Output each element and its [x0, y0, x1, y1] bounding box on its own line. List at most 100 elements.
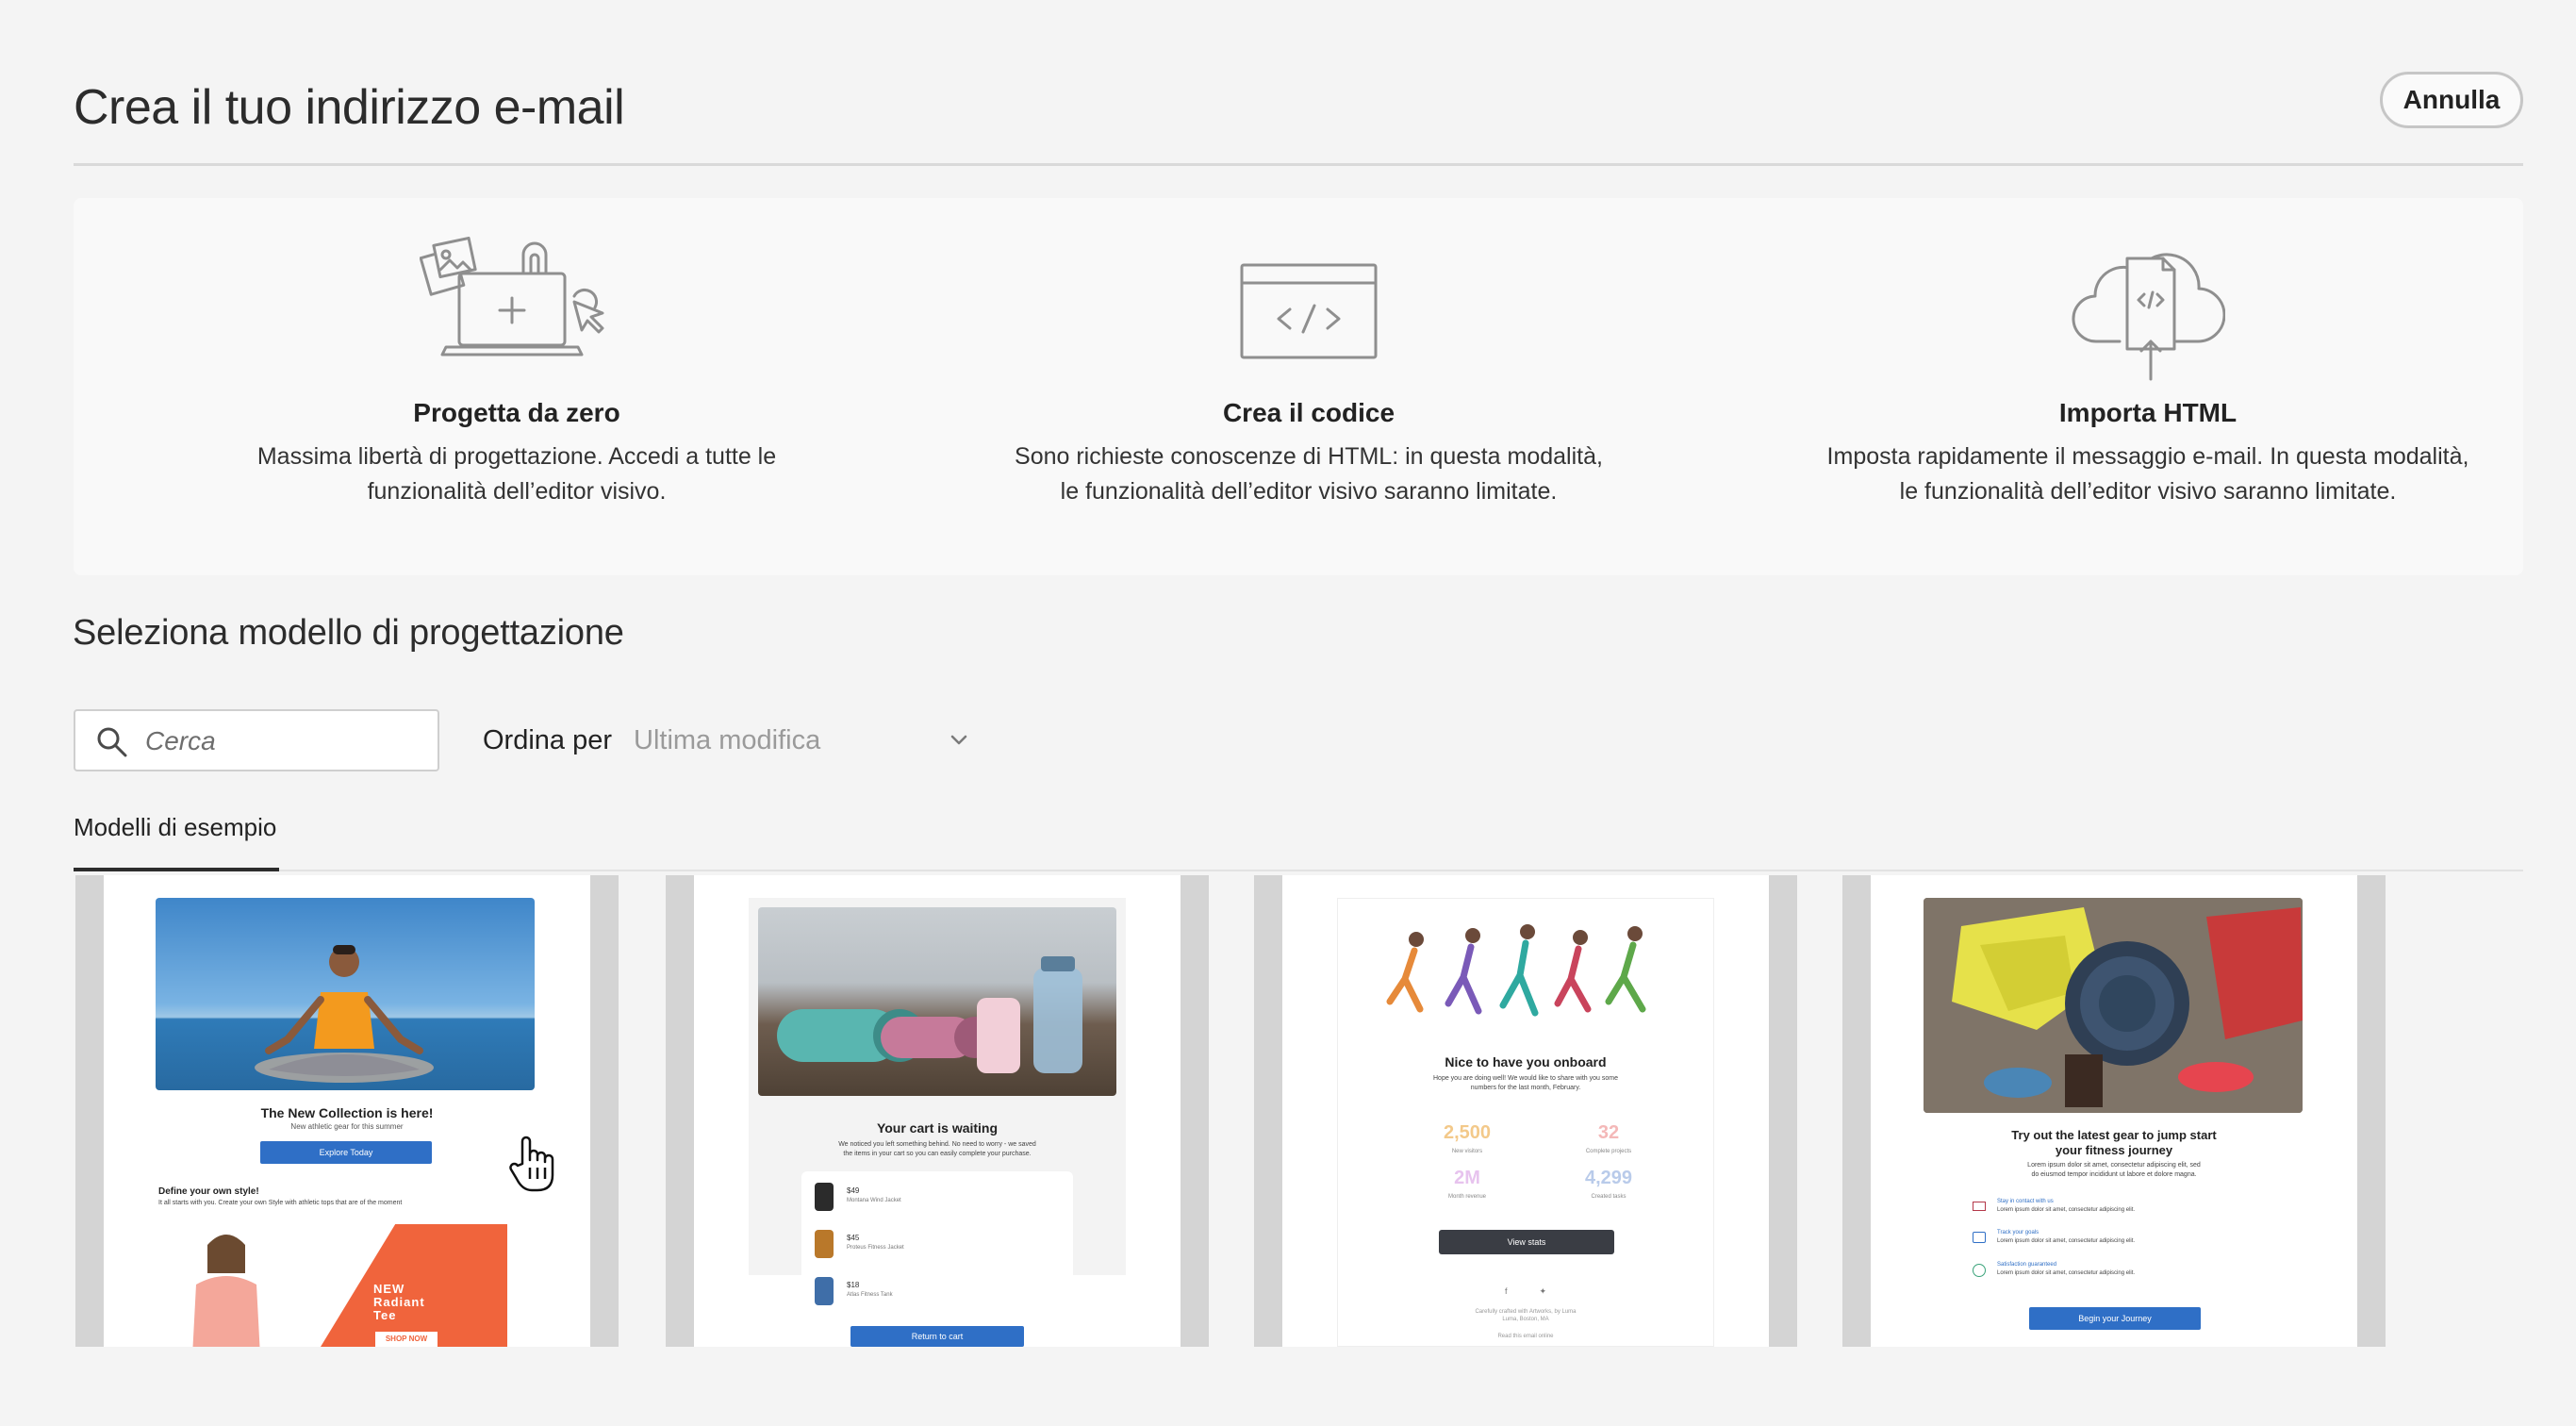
product-thumb — [815, 1277, 834, 1305]
sort-value: Ultima modifica — [634, 725, 821, 755]
search-field[interactable] — [74, 709, 439, 771]
stat-value: 2,500 — [1443, 1122, 1492, 1143]
template-headline: Nice to have you onboard — [1445, 1054, 1607, 1070]
yoga-hero-image — [156, 898, 535, 1090]
template-card-new-collection[interactable]: The New Collection is here! New athletic… — [75, 875, 619, 1347]
feature-title: Track your goals — [1997, 1230, 2039, 1235]
option-title: Importa HTML — [2058, 398, 2237, 427]
yoga-mats-hero-image — [758, 907, 1116, 1096]
page-header: Crea il tuo indirizzo e-mail Annulla — [74, 72, 2523, 166]
check-icon — [1973, 1264, 1986, 1277]
facebook-icon: f — [1505, 1286, 1508, 1296]
twitter-icon: ✦ — [1539, 1286, 1546, 1296]
option-description: Imposta rapidamente il messaggio e-mail.… — [1771, 439, 2525, 509]
template-grid: The New Collection is here! New athletic… — [75, 875, 2489, 1347]
option-description-line: le funzionalità dell’editor visivo saran… — [1899, 478, 2397, 505]
template-section-title: Define your own style! — [158, 1186, 259, 1197]
template-text: Hope you are doing well! We would like t… — [1433, 1075, 1618, 1082]
stat-label: Created tasks — [1591, 1194, 1627, 1200]
template-preview: Try out the latest gear to jump start yo… — [1871, 875, 2357, 1347]
option-import-html[interactable]: Importa HTML Imposta rapidamente il mess… — [1771, 198, 2525, 575]
option-description-line: funzionalità dell’editor visivo. — [367, 478, 667, 505]
feature-text: Lorem ipsum dolor sit amet, consectetur … — [1997, 1238, 2136, 1244]
template-section-text: It all starts with you. Create your own … — [158, 1200, 403, 1206]
template-headline: Try out the latest gear to jump start — [2011, 1128, 2217, 1142]
fitness-gear-hero-image — [1924, 898, 2303, 1113]
mail-icon — [1973, 1202, 1986, 1211]
promo-text: Tee — [373, 1308, 397, 1322]
template-cta-button: View stats — [1439, 1230, 1614, 1254]
option-description: Massima libertà di progettazione. Accedi… — [206, 439, 828, 509]
creation-options-panel: Progetta da zero Massima libertà di prog… — [74, 198, 2523, 575]
template-text: We noticed you left something behind. No… — [838, 1141, 1036, 1148]
promo-text: Radiant — [373, 1295, 425, 1309]
promo-banner: NEW Radiant Tee SHOP NOW — [321, 1224, 507, 1347]
product-thumb — [815, 1230, 834, 1258]
template-card-cart-waiting[interactable]: Your cart is waiting We noticed you left… — [666, 875, 1209, 1347]
option-description-line: le funzionalità dell’editor visivo saran… — [1060, 478, 1558, 505]
template-footer-link: Read this email online — [1497, 1334, 1554, 1339]
cart-item-price: $45 — [847, 1234, 860, 1242]
sort-dropdown[interactable]: Ultima modifica — [634, 719, 973, 762]
option-description-line: Massima libertà di progettazione. Accedi… — [256, 443, 777, 470]
sort-label: Ordina per — [483, 725, 613, 755]
template-text: do eiusmod tempor incididunt ut labore e… — [2031, 1171, 2197, 1178]
runners-illustration — [1377, 922, 1675, 1026]
stat-label: New visitors — [1451, 1149, 1483, 1154]
stat-value: 2M — [1454, 1168, 1480, 1188]
template-text: the items in your cart so you can easily… — [843, 1151, 1032, 1157]
template-preview: Nice to have you onboard Hope you are do… — [1282, 875, 1769, 1347]
stat-value: 32 — [1597, 1122, 1620, 1143]
cart-items-box: $49 Montana Wind Jacket $45 Proteus Fitn… — [801, 1171, 1073, 1347]
code-window-icon — [1239, 262, 1379, 365]
template-footer-text: Luma, Boston, MA — [1502, 1317, 1549, 1322]
template-tabs: Modelli di esempio — [74, 804, 2523, 871]
cart-item-name: Atlas Fitness Tank — [847, 1292, 893, 1298]
option-description-line: Imposta rapidamente il messaggio e-mail.… — [1826, 443, 2469, 470]
option-description-line: Sono richieste conoscenze di HTML: in qu… — [1015, 443, 1603, 470]
template-headline: The New Collection is here! — [260, 1105, 434, 1120]
feature-text: Lorem ipsum dolor sit amet, consectetur … — [1997, 1207, 2136, 1213]
search-input[interactable] — [145, 721, 419, 762]
chevron-down-icon — [947, 728, 971, 757]
feature-title: Stay in contact with us — [1997, 1199, 2054, 1204]
cart-item-name: Montana Wind Jacket — [847, 1198, 901, 1203]
hand-cursor-icon — [509, 1134, 562, 1199]
cancel-button[interactable]: Annulla — [2380, 72, 2523, 128]
option-design-from-scratch[interactable]: Progetta da zero Massima libertà di prog… — [206, 198, 828, 575]
goal-icon — [1973, 1232, 1986, 1243]
model-photo — [158, 1224, 290, 1347]
stat-label: Month revenue — [1447, 1194, 1487, 1200]
template-cta-button: Explore Today — [260, 1141, 432, 1164]
option-description: Sono richieste conoscenze di HTML: in qu… — [932, 439, 1686, 509]
design-canvas-icon — [419, 234, 614, 367]
promo-button: SHOP NOW — [375, 1332, 438, 1347]
cloud-upload-code-icon — [2071, 251, 2226, 388]
social-icons: f ✦ — [1505, 1286, 1546, 1297]
template-card-fitness-journey[interactable]: Try out the latest gear to jump start yo… — [1842, 875, 2386, 1347]
search-icon — [96, 726, 128, 763]
option-create-code[interactable]: Crea il codice Sono richieste conoscenze… — [932, 198, 1686, 575]
template-headline: Your cart is waiting — [876, 1120, 999, 1136]
cart-item-price: $49 — [847, 1186, 860, 1195]
feature-text: Lorem ipsum dolor sit amet, consectetur … — [1997, 1270, 2136, 1276]
template-text: numbers for the last month, February. — [1470, 1085, 1581, 1091]
stat-value: 4,299 — [1584, 1168, 1633, 1188]
template-footer-text: Carefully crafted with Artworks, by Luma — [1475, 1309, 1577, 1315]
template-headline: your fitness journey — [2055, 1143, 2173, 1157]
template-card-onboard[interactable]: Nice to have you onboard Hope you are do… — [1254, 875, 1797, 1347]
section-title: Seleziona modello di progettazione — [73, 613, 624, 653]
template-cta-button: Begin your Journey — [2029, 1307, 2201, 1330]
template-preview: The New Collection is here! New athletic… — [104, 875, 590, 1347]
option-title: Progetta da zero — [413, 398, 620, 427]
feature-title: Satisfaction guaranteed — [1997, 1262, 2057, 1268]
stat-label: Complete projects — [1585, 1149, 1632, 1154]
cart-item-price: $18 — [847, 1281, 860, 1289]
cart-item-name: Proteus Fitness Jacket — [847, 1245, 904, 1251]
tab-sample-templates[interactable]: Modelli di esempio — [74, 804, 279, 871]
template-subtext: New athletic gear for this summer — [290, 1122, 404, 1131]
page-title: Crea il tuo indirizzo e-mail — [74, 80, 625, 135]
template-preview: Your cart is waiting We noticed you left… — [694, 875, 1181, 1347]
option-title: Crea il codice — [1222, 398, 1395, 427]
template-cta-button: Return to cart — [850, 1326, 1024, 1347]
